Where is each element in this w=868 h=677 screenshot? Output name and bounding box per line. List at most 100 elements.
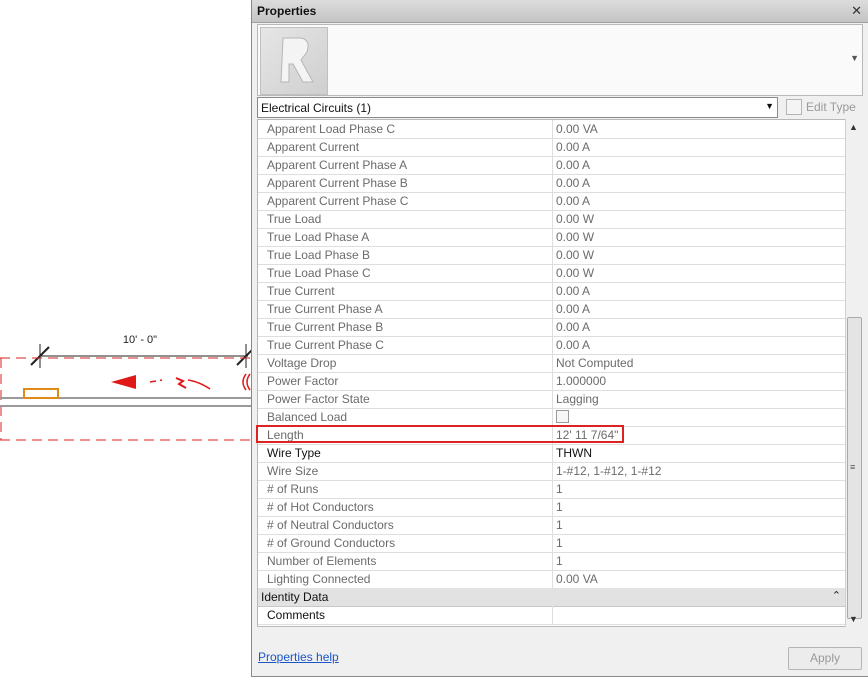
collapse-icon[interactable]: ⌃: [832, 589, 841, 602]
property-value: 0.00 A: [556, 338, 591, 352]
property-name-cell: Number of Elements: [258, 552, 553, 570]
property-row[interactable]: True Load Phase B 0.00 W: [258, 246, 846, 265]
property-row[interactable]: True Current Phase B 0.00 A: [258, 318, 846, 337]
scroll-up-icon[interactable]: ▲: [849, 122, 858, 132]
property-name: Power Factor State: [267, 392, 370, 406]
type-selector-row: Electrical Circuits (1) ▼ Edit Type: [257, 97, 861, 119]
scroll-down-icon[interactable]: ▼: [849, 614, 858, 624]
property-row[interactable]: Apparent Load Phase C 0.00 VA: [258, 120, 846, 139]
property-name-cell: True Current Phase A: [258, 300, 553, 318]
apply-button[interactable]: Apply: [788, 647, 862, 670]
property-row[interactable]: # of Runs 1: [258, 480, 846, 499]
edit-type-button[interactable]: Edit Type: [786, 98, 862, 116]
property-row[interactable]: # of Neutral Conductors 1: [258, 516, 846, 535]
property-name-cell: Voltage Drop: [258, 354, 553, 372]
property-row[interactable]: Apparent Current Phase B 0.00 A: [258, 174, 846, 193]
property-row[interactable]: Voltage Drop Not Computed: [258, 354, 846, 373]
property-name-cell: Apparent Current: [258, 138, 553, 156]
property-name: Voltage Drop: [267, 356, 337, 370]
property-row[interactable]: Comments: [258, 606, 846, 625]
home-run-arrow: [111, 375, 136, 389]
property-name-cell: True Current: [258, 282, 553, 300]
property-value: 1: [556, 536, 563, 550]
property-value: 0.00 A: [556, 302, 591, 316]
length-highlight-box: [256, 425, 624, 443]
property-row[interactable]: Lighting Connected 0.00 VA: [258, 570, 846, 589]
property-value-cell: 0.00 A: [553, 300, 843, 318]
property-value: 0.00 A: [556, 284, 591, 298]
property-name-cell: # of Runs: [258, 480, 553, 498]
property-value-cell: 0.00 A: [553, 156, 843, 174]
property-value-cell: 1: [553, 552, 843, 570]
scroll-thumb[interactable]: ≡: [847, 317, 862, 619]
property-name-cell: Wire Size: [258, 462, 553, 480]
property-name-cell: True Load Phase A: [258, 228, 553, 246]
preview-dropdown-icon[interactable]: ▼: [850, 53, 859, 63]
property-name: True Load Phase C: [267, 266, 371, 280]
property-row[interactable]: True Current Phase C 0.00 A: [258, 336, 846, 355]
property-row[interactable]: Wire Type THWN: [258, 444, 846, 463]
property-name: Comments: [267, 608, 326, 622]
property-name-cell: # of Neutral Conductors: [258, 516, 553, 534]
property-name: # of Runs: [267, 482, 319, 496]
property-value-cell[interactable]: [553, 606, 843, 624]
edit-type-label: Edit Type: [806, 100, 856, 114]
property-row[interactable]: # of Ground Conductors 1: [258, 534, 846, 553]
property-row[interactable]: True Load Phase C 0.00 W: [258, 264, 846, 283]
property-name: Power Factor: [267, 374, 339, 388]
property-name-cell: Apparent Current Phase A: [258, 156, 553, 174]
property-name: Number of Elements: [267, 554, 377, 568]
properties-title-bar[interactable]: Properties ✕: [252, 0, 868, 23]
property-row[interactable]: Apparent Current 0.00 A: [258, 138, 846, 157]
property-name-cell: True Current Phase B: [258, 318, 553, 336]
property-value: 0.00 A: [556, 158, 591, 172]
group-header-identity-data[interactable]: Identity Data ⌃: [258, 588, 846, 607]
property-name: True Current: [267, 284, 335, 298]
balanced-load-checkbox: [556, 410, 569, 423]
property-name-cell: # of Hot Conductors: [258, 498, 553, 516]
property-row[interactable]: True Load 0.00 W: [258, 210, 846, 229]
property-row[interactable]: Power Factor 1.000000: [258, 372, 846, 391]
property-row[interactable]: Wire Size 1-#12, 1-#12, 1-#12: [258, 462, 846, 481]
property-name: Apparent Current Phase B: [267, 176, 408, 190]
property-name: Apparent Current Phase A: [267, 158, 408, 172]
property-name-cell: Power Factor: [258, 372, 553, 390]
property-row[interactable]: True Load Phase A 0.00 W: [258, 228, 846, 247]
property-row[interactable]: Apparent Current Phase C 0.00 A: [258, 192, 846, 211]
property-name: Balanced Load: [267, 410, 348, 424]
property-row[interactable]: Power Factor State Lagging: [258, 390, 846, 409]
property-value: 0.00 W: [556, 230, 595, 244]
properties-help-link[interactable]: Properties help: [258, 650, 339, 664]
property-value-cell: Lagging: [553, 390, 843, 408]
revit-logo-icon: [280, 37, 314, 83]
scroll-grip-icon: ≡: [850, 462, 856, 472]
property-value: 0.00 VA: [556, 122, 598, 136]
property-row[interactable]: True Current Phase A 0.00 A: [258, 300, 846, 319]
property-name: True Load: [267, 212, 322, 226]
type-selector-dropdown[interactable]: Electrical Circuits (1) ▼: [257, 97, 778, 118]
drawing-canvas[interactable]: 10' - 0": [0, 0, 252, 677]
property-value-cell: 1: [553, 498, 843, 516]
property-row[interactable]: True Current 0.00 A: [258, 282, 846, 301]
property-value: 1: [556, 554, 563, 568]
property-value-cell: 0.00 W: [553, 228, 843, 246]
properties-scrollbar[interactable]: ▲ ≡ ▼: [845, 119, 862, 627]
property-name: True Current Phase B: [267, 320, 384, 334]
property-value: 1.000000: [556, 374, 607, 388]
property-row[interactable]: Apparent Current Phase A 0.00 A: [258, 156, 846, 175]
property-name-cell: Apparent Current Phase C: [258, 192, 553, 210]
lightning-symbol: [175, 377, 187, 389]
property-value: 1-#12, 1-#12, 1-#12: [556, 464, 662, 478]
type-preview: ▼: [257, 24, 863, 96]
property-value-cell: 0.00 A: [553, 336, 843, 354]
property-row[interactable]: # of Hot Conductors 1: [258, 498, 846, 517]
close-icon[interactable]: ✕: [851, 3, 862, 19]
property-name: Lighting Connected: [267, 572, 371, 586]
device-symbol: [23, 388, 59, 399]
edit-type-icon: [786, 99, 802, 115]
property-name-cell: True Load: [258, 210, 553, 228]
property-value-cell: 0.00 W: [553, 210, 843, 228]
property-row[interactable]: Number of Elements 1: [258, 552, 846, 571]
property-value-cell[interactable]: THWN: [553, 444, 843, 462]
property-value-cell: 1: [553, 480, 843, 498]
